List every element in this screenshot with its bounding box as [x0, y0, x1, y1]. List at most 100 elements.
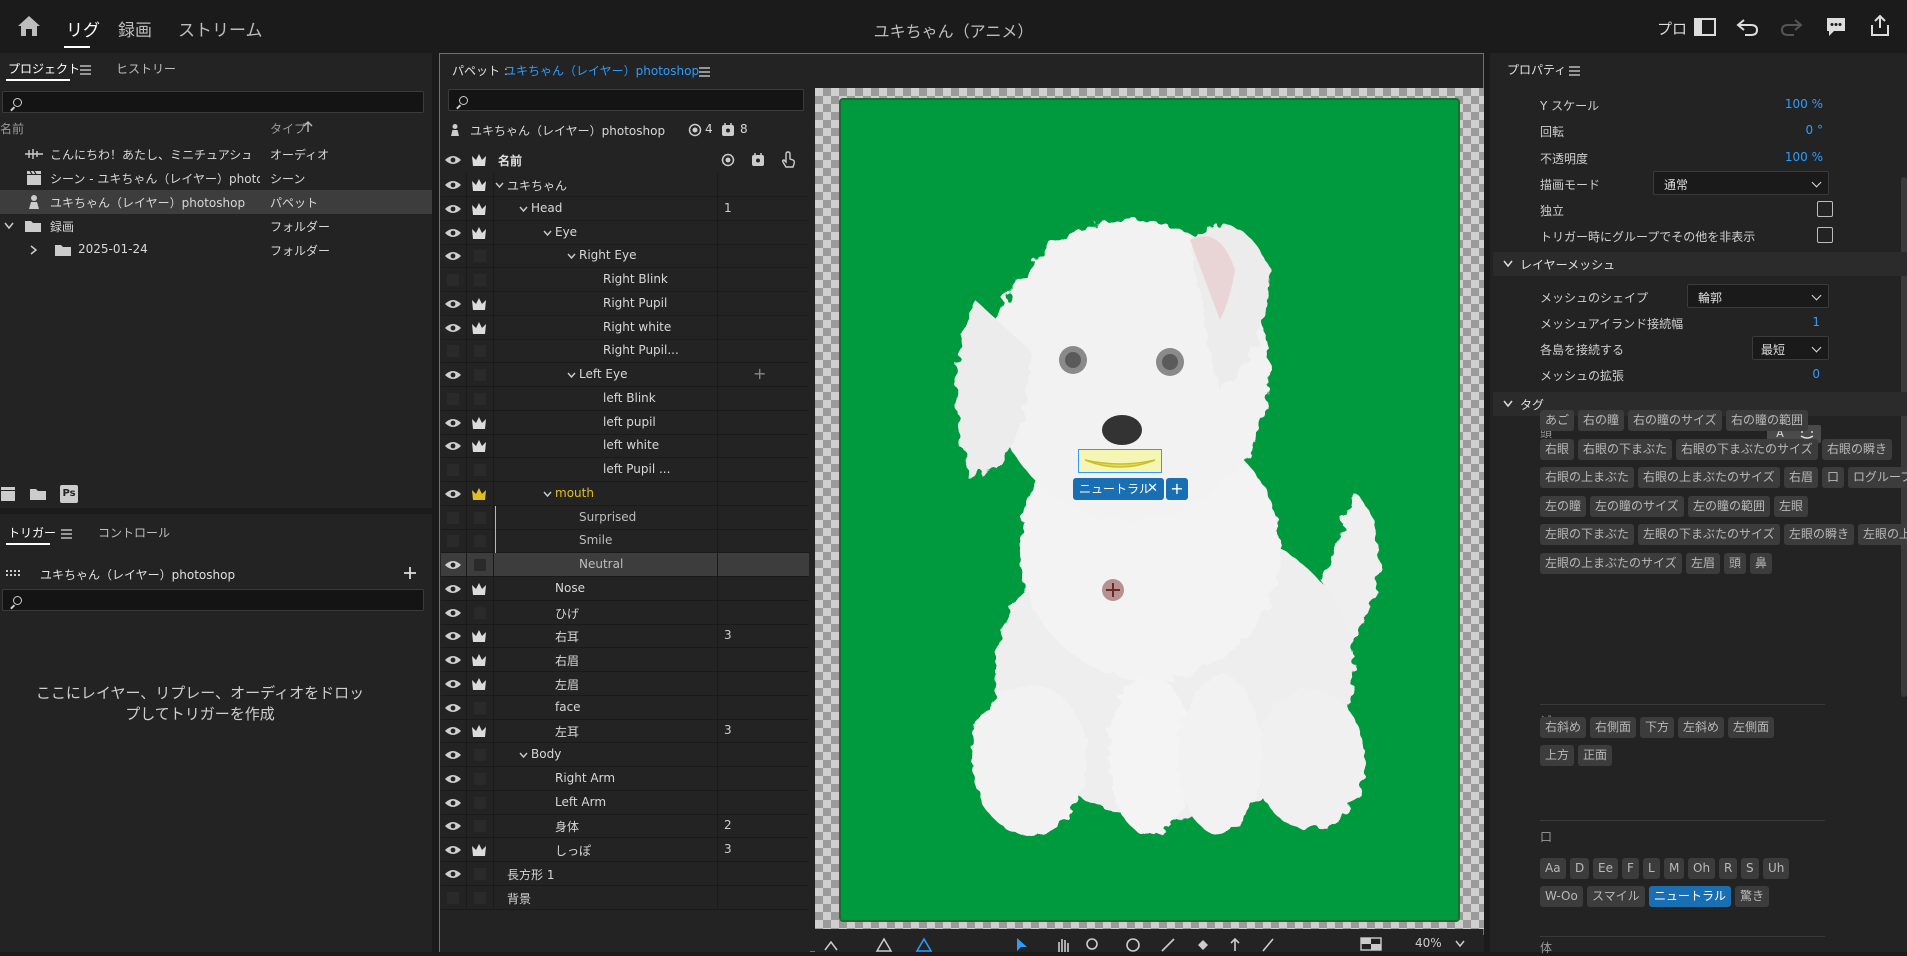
list-item[interactable]: こんにちわ！あたし、ミニチュアシュ... オーディオ	[0, 142, 432, 166]
panel-menu-icon[interactable]	[1569, 66, 1580, 76]
eye-icon[interactable]	[444, 416, 462, 430]
crown-off-slot[interactable]	[474, 606, 486, 619]
tag-chip[interactable]: 左の瞳	[1540, 496, 1587, 517]
add-trigger-icon[interactable]	[403, 566, 417, 580]
layer-row[interactable]: Surprised	[441, 505, 809, 530]
pointer-tool-icon[interactable]	[1015, 937, 1029, 953]
tag-chip[interactable]: 左の瞳の範囲	[1688, 496, 1771, 517]
mesh-tool-icon[interactable]	[875, 937, 893, 953]
tag-chip[interactable]: 左眼の下まぶたのサイズ	[1638, 524, 1780, 545]
crown-off-slot[interactable]	[474, 535, 486, 548]
tag-chip[interactable]: ニュートラル	[1649, 886, 1732, 907]
tag-chip[interactable]: Ee	[1593, 858, 1618, 879]
tag-chip[interactable]: 右眼の上まぶた	[1540, 467, 1635, 488]
eye-off-slot[interactable]	[447, 535, 459, 548]
eye-icon[interactable]	[444, 653, 462, 667]
tag-chip[interactable]: 上方	[1540, 745, 1575, 766]
layer-row[interactable]: 左眉	[441, 671, 809, 696]
panel-menu-icon[interactable]	[80, 65, 91, 75]
mesh-island-value[interactable]: 1	[1790, 315, 1820, 329]
mouth-tag-chip[interactable]: ニュートラル ✕	[1073, 478, 1164, 500]
eye-icon[interactable]	[444, 701, 462, 715]
add-layer-tag-icon[interactable]: +	[753, 364, 766, 383]
crown-icon[interactable]	[471, 177, 487, 193]
mouth-selection-box[interactable]	[1078, 449, 1162, 473]
eye-icon[interactable]	[444, 154, 462, 166]
tag-chip[interactable]: 左斜め	[1678, 717, 1725, 738]
new-folder-icon[interactable]	[29, 487, 47, 501]
eye-icon[interactable]	[444, 867, 462, 881]
list-item[interactable]: 2025-01-24 フォルダー	[0, 238, 432, 262]
chevron-down-icon[interactable]	[567, 372, 576, 379]
tag-chip[interactable]: 頭	[1724, 553, 1747, 574]
layer-row[interactable]: face	[441, 695, 809, 720]
tag-chip[interactable]: 左の瞳のサイズ	[1590, 496, 1684, 517]
rotation-value[interactable]: 0 °	[1745, 123, 1823, 137]
layer-row[interactable]: Right Blink	[441, 268, 809, 292]
tag-chip[interactable]: 左眼の瞬き	[1784, 524, 1855, 545]
layer-row[interactable]: Right white	[441, 315, 809, 340]
hand-tool-icon[interactable]	[1055, 937, 1071, 953]
tag-chip[interactable]: 左眼	[1774, 496, 1809, 517]
hide-others-checkbox[interactable]	[1817, 227, 1833, 243]
panel-menu-icon[interactable]	[61, 529, 72, 539]
crown-icon[interactable]	[471, 652, 487, 668]
trigger-search-input[interactable]	[2, 589, 424, 611]
layer-row[interactable]: 背景	[441, 885, 809, 910]
chevron-down-icon[interactable]	[519, 206, 528, 213]
layer-row[interactable]: left white	[441, 434, 809, 459]
independent-checkbox[interactable]	[1817, 201, 1833, 217]
photoshop-import-icon[interactable]: Ps	[60, 485, 78, 503]
connect-select[interactable]: 最短	[1752, 336, 1829, 360]
layer-row[interactable]: left Blink	[441, 386, 809, 411]
checkerboard-toggle-icon[interactable]	[1360, 937, 1382, 951]
tag-chip[interactable]: R	[1719, 858, 1738, 879]
chevron-down-icon[interactable]	[4, 222, 14, 230]
layer-row[interactable]: Neutral	[441, 553, 809, 577]
tag-chip[interactable]: 右眉	[1784, 467, 1819, 488]
tag-chip[interactable]: 驚き	[1735, 886, 1770, 907]
crown-icon[interactable]	[471, 320, 487, 336]
eye-icon[interactable]	[444, 772, 462, 786]
stick-tool-icon[interactable]	[1160, 937, 1176, 953]
eye-icon[interactable]	[444, 819, 462, 833]
crown-icon[interactable]	[471, 676, 487, 692]
crown-off-slot[interactable]	[474, 464, 486, 476]
crown-off-slot[interactable]	[474, 345, 486, 358]
chevron-down-icon[interactable]	[519, 752, 528, 759]
eye-icon[interactable]	[444, 677, 462, 691]
eye-icon[interactable]	[444, 558, 462, 572]
tag-chip[interactable]: 左眼の下まぶた	[1540, 524, 1635, 545]
layer-row[interactable]: 右眉	[441, 648, 809, 672]
tag-chip[interactable]: 右の瞳のサイズ	[1628, 410, 1722, 431]
mesh-shape-select[interactable]: 輪郭	[1687, 284, 1829, 308]
tab-triggers[interactable]: トリガー	[8, 524, 56, 541]
eye-icon[interactable]	[444, 487, 462, 501]
crown-icon[interactable]	[471, 438, 487, 454]
tag-chip[interactable]: 左側面	[1728, 717, 1775, 738]
mesh-shape-icon[interactable]	[915, 937, 933, 953]
layer-row[interactable]: Right Pupil...	[441, 339, 809, 364]
layer-row[interactable]: Smile	[441, 529, 809, 554]
panel-toggle-icon[interactable]	[1694, 18, 1716, 36]
crown-icon[interactable]	[471, 415, 487, 431]
crown-icon[interactable]	[471, 225, 487, 241]
layer-row[interactable]: ユキちゃん	[441, 173, 809, 197]
chevron-right-icon[interactable]	[30, 245, 38, 255]
layer-row[interactable]: Right Eye	[441, 244, 809, 269]
layer-row[interactable]: 右耳 3	[441, 624, 809, 649]
blend-mode-select[interactable]: 通常	[1653, 171, 1829, 195]
tag-chip[interactable]: 左眼の上まぶた	[1858, 524, 1907, 545]
tag-chip[interactable]: あご	[1540, 410, 1575, 431]
layer-row[interactable]: しっぽ 3	[441, 838, 809, 862]
tab-controls[interactable]: コントロール	[98, 524, 170, 541]
crown-off-slot[interactable]	[474, 820, 486, 833]
layer-row[interactable]: 左耳 3	[441, 719, 809, 744]
tag-chip[interactable]: F	[1622, 858, 1639, 879]
crown-icon[interactable]	[471, 296, 487, 312]
crown-off-slot[interactable]	[474, 867, 486, 880]
redo-icon[interactable]	[1779, 17, 1803, 37]
tag-chip[interactable]: D	[1570, 858, 1590, 879]
eye-icon[interactable]	[444, 297, 462, 311]
layer-row[interactable]: Eye	[441, 220, 809, 245]
